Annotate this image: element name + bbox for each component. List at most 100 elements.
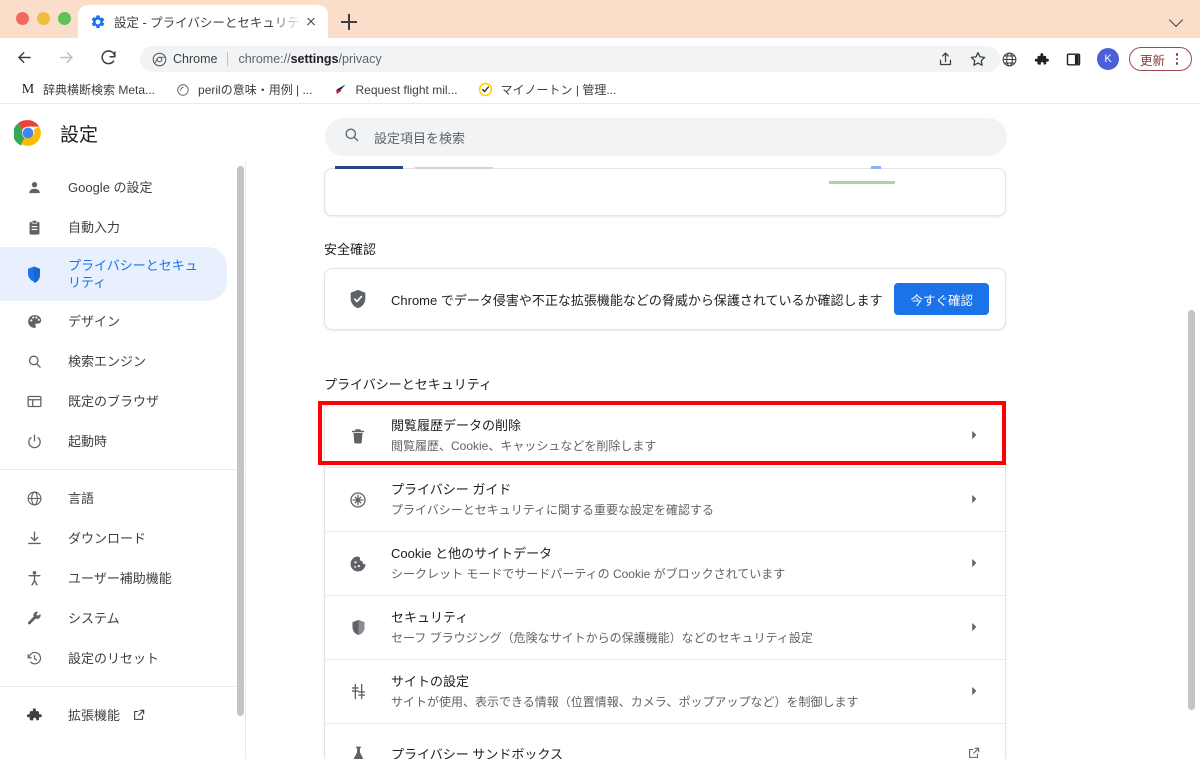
globe-icon[interactable] (995, 44, 1025, 74)
sidebar-divider (0, 469, 245, 470)
url-suffix: /privacy (338, 52, 382, 66)
row-texts: 閲覧履歴データの削除 閲覧履歴、Cookie、キャッシュなどを削除します (391, 416, 967, 455)
update-button[interactable]: 更新 (1128, 47, 1192, 71)
letter-m-icon: M (21, 81, 35, 97)
row-cookies-site-data[interactable]: Cookie と他のサイトデータ シークレット モードでサードパーティの Coo… (325, 532, 1005, 596)
bookmark-item[interactable]: Request flight mil... (322, 78, 467, 102)
bookmark-label: perilの意味・用例 | ... (198, 83, 313, 97)
download-icon (24, 528, 44, 548)
history-restore-icon (24, 648, 44, 668)
tab-search-chevron-down-icon[interactable] (1170, 13, 1184, 27)
sliders-icon (347, 681, 369, 703)
row-security[interactable]: セキュリティ セーフ ブラウジング（危険なサイトからの保護機能）などのセキュリテ… (325, 596, 1005, 660)
side-panel-icon[interactable] (1059, 44, 1089, 74)
bookmarks-bar: M 辞典横断検索 Meta... perilの意味・用例 | ... Reque… (0, 76, 1200, 104)
sidebar-item-label: システム (68, 610, 120, 626)
norton-check-icon (478, 82, 494, 98)
bookmark-item[interactable]: マイノートン | 管理... (468, 78, 627, 102)
flask-icon (347, 743, 369, 759)
wrench-icon (24, 608, 44, 628)
back-icon[interactable] (10, 43, 38, 71)
bookmark-label: 辞典横断検索 Meta... (43, 83, 156, 97)
settings-gear-icon (90, 14, 106, 30)
profile-avatar[interactable]: K (1096, 48, 1119, 70)
power-icon (24, 431, 44, 451)
sidebar-item-appearance[interactable]: デザイン (0, 301, 227, 341)
row-subtitle: サイトが使用、表示できる情報（位置情報、カメラ、ポップアップなど）を制御します (391, 695, 859, 709)
sidebar-item-autofill[interactable]: 自動入力 (0, 207, 227, 247)
share-icon[interactable] (931, 44, 961, 74)
row-subtitle: 閲覧履歴、Cookie、キャッシュなどを削除します (391, 439, 657, 453)
row-title: セキュリティ (391, 610, 469, 625)
row-site-settings[interactable]: サイトの設定 サイトが使用、表示できる情報（位置情報、カメラ、ポップアップなど）… (325, 660, 1005, 724)
partially-scrolled-card[interactable] (324, 166, 1006, 216)
forward-icon[interactable] (52, 43, 80, 71)
bookmark-item[interactable]: M 辞典横断検索 Meta... (10, 78, 165, 102)
sidebar-item-label: 設定のリセット (68, 650, 160, 666)
external-link-icon (967, 746, 983, 759)
settings-search-input[interactable]: 設定項目を検索 (325, 118, 1007, 156)
row-texts: セキュリティ セーフ ブラウジング（危険なサイトからの保護機能）などのセキュリテ… (391, 608, 967, 647)
sidebar-item-downloads[interactable]: ダウンロード (0, 518, 227, 558)
puzzle-icon (24, 705, 44, 725)
card-fragment-blue (335, 166, 403, 169)
sidebar-item-privacy-security[interactable]: プライバシーとセキュリティ (0, 247, 227, 301)
row-privacy-guide[interactable]: プライバシー ガイド プライバシーとセキュリティに関する重要な設定を確認する (325, 468, 1005, 532)
new-tab-button[interactable] (337, 10, 361, 34)
toolbar-right-actions: K 更新 (931, 44, 1192, 74)
close-window-button[interactable] (16, 12, 29, 25)
sidebar-item-label: 言語 (68, 490, 95, 506)
bookmark-star-icon[interactable] (963, 44, 993, 74)
minimize-window-button[interactable] (37, 12, 50, 25)
sidebar-item-reset-settings[interactable]: 設定のリセット (0, 638, 227, 678)
chrome-icon (152, 52, 167, 66)
bookmark-label: Request flight mil... (355, 82, 458, 97)
reload-icon[interactable] (94, 43, 122, 71)
search-icon (343, 126, 360, 148)
sidebar-item-label: ダウンロード (68, 530, 147, 546)
accessibility-icon (24, 568, 44, 588)
sidebar-item-google[interactable]: Google の設定 (0, 167, 227, 207)
window-traffic-lights (16, 12, 71, 25)
row-title: プライバシー ガイド (391, 482, 512, 497)
row-privacy-sandbox[interactable]: プライバシー サンドボックス (325, 724, 1005, 759)
check-now-button[interactable]: 今すぐ確認 (894, 283, 989, 315)
chrome-menu-kebab-icon[interactable] (1171, 52, 1183, 66)
extensions-puzzle-icon[interactable] (1027, 44, 1057, 74)
row-title: サイトの設定 (391, 674, 470, 689)
sidebar-divider (0, 686, 245, 687)
omnibox-divider (227, 52, 229, 66)
sidebar-item-extensions[interactable]: 拡張機能 (0, 695, 227, 735)
omnibox-chip-label: Chrome (173, 52, 218, 66)
sidebar-item-label: プライバシーとセキュリティ (68, 258, 198, 290)
sidebar-item-on-startup[interactable]: 起動時 (0, 421, 227, 461)
sidebar-scrollbar[interactable] (237, 166, 244, 716)
globe-icon (24, 488, 44, 508)
person-icon (24, 177, 44, 197)
close-tab-icon[interactable] (302, 13, 320, 31)
sidebar-item-label: 自動入力 (68, 219, 121, 235)
content-scrollbar[interactable] (1188, 310, 1195, 710)
browser-tab[interactable]: 設定 - プライバシーとセキュリティ (78, 5, 328, 38)
row-texts: サイトの設定 サイトが使用、表示できる情報（位置情報、カメラ、ポップアップなど）… (391, 672, 967, 711)
safety-check-text: Chrome でデータ侵害や不正な拡張機能などの脅威から保護されているか確認しま… (391, 292, 883, 308)
row-subtitle: セーフ ブラウジング（危険なサイトからの保護機能）などのセキュリティ設定 (391, 631, 813, 645)
card-fragment-blue-dot (871, 166, 881, 169)
sidebar-item-accessibility[interactable]: ユーザー補助機能 (0, 558, 227, 598)
address-bar[interactable]: Chrome chrome://settings/privacy (140, 46, 1000, 72)
bookmark-item[interactable]: perilの意味・用例 | ... (165, 78, 322, 102)
sidebar-item-languages[interactable]: 言語 (0, 478, 227, 518)
card-fragment-grey (415, 167, 493, 169)
settings-sidebar: Google の設定 自動入力 プライバシーとセキュリティ デザイン 検索エンジ… (0, 161, 246, 759)
zoom-window-button[interactable] (58, 12, 71, 25)
chevron-right-icon (967, 620, 983, 636)
row-clear-browsing-data[interactable]: 閲覧履歴データの削除 閲覧履歴、Cookie、キャッシュなどを削除します (325, 404, 1005, 468)
sidebar-item-system[interactable]: システム (0, 598, 227, 638)
omnibox-url: chrome://settings/privacy (238, 52, 381, 66)
sidebar-item-search-engine[interactable]: 検索エンジン (0, 341, 227, 381)
circle-arrow-icon (175, 82, 191, 98)
url-prefix: chrome:// (238, 52, 291, 66)
external-link-icon (132, 708, 146, 722)
privacy-settings-list: 閲覧履歴データの削除 閲覧履歴、Cookie、キャッシュなどを削除します プライ… (324, 403, 1006, 759)
sidebar-item-default-browser[interactable]: 既定のブラウザ (0, 381, 227, 421)
